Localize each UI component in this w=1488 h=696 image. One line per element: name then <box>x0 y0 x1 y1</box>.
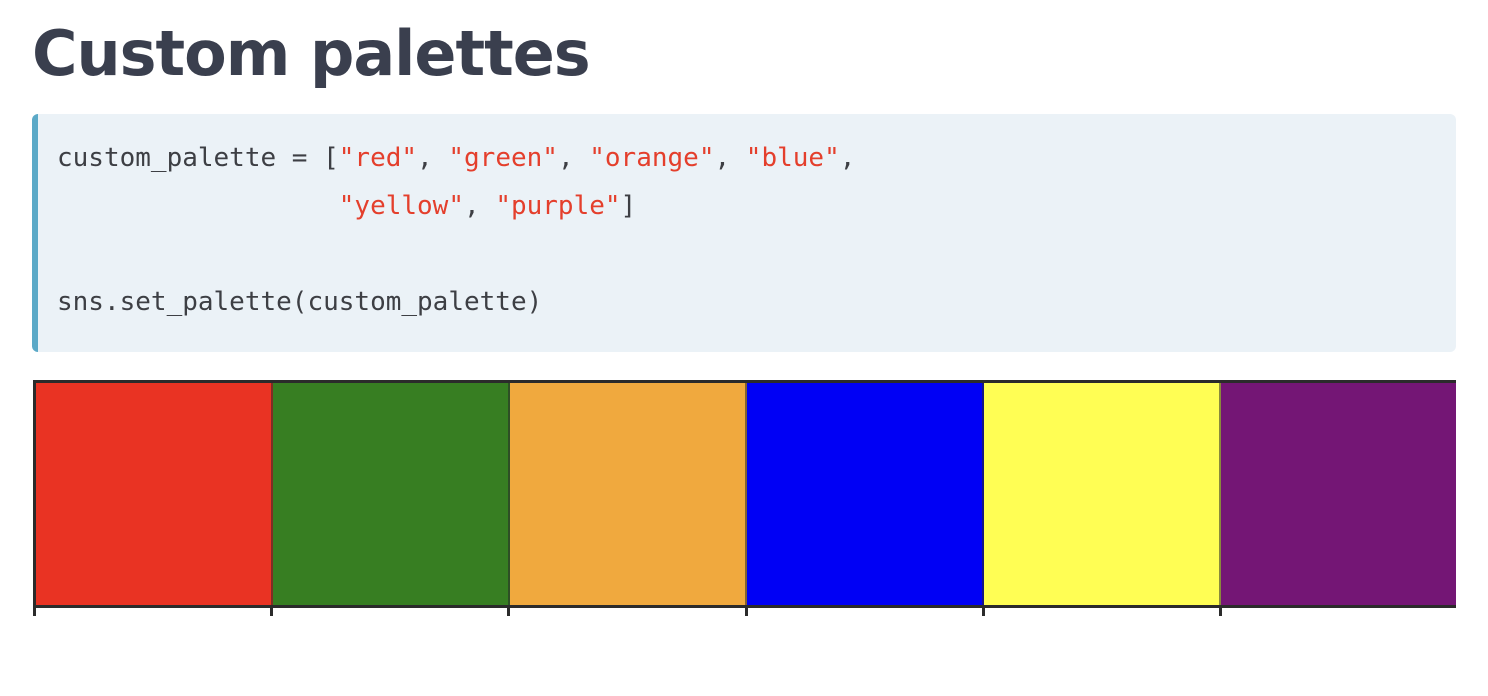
code-block: custom_palette = ["red", "green", "orang… <box>32 114 1456 352</box>
swatch-yellow <box>984 383 1221 605</box>
palette-tick <box>745 608 748 616</box>
code-text: , <box>557 143 590 173</box>
swatch-orange <box>510 383 747 605</box>
code-text: , <box>417 143 449 173</box>
code-line-4: sns.set_palette(custom_palette) <box>57 287 543 317</box>
code-line-1: custom_palette = ["red", "green", "orang… <box>57 134 1456 182</box>
palette-tick <box>507 608 510 616</box>
code-string: "purple" <box>495 191 621 221</box>
code-line-2: "yellow", "purple"] <box>57 182 1456 230</box>
palette-tick <box>270 608 273 616</box>
swatch-red <box>36 383 273 605</box>
code-string: "red" <box>338 143 418 173</box>
palette-tick <box>1219 608 1222 616</box>
code-string: "orange" <box>589 143 715 173</box>
code-text: ] <box>620 191 637 221</box>
swatch-green <box>273 383 510 605</box>
code-text: , <box>839 143 856 173</box>
swatch-blue <box>747 383 984 605</box>
palette-tick-row <box>33 608 1456 616</box>
swatch-purple <box>1221 383 1456 605</box>
code-text: custom_palette = [ <box>57 143 339 173</box>
palette-tick <box>33 608 36 616</box>
code-text: , <box>464 191 496 221</box>
palette-preview <box>33 380 1456 608</box>
code-string: "blue" <box>745 143 840 173</box>
code-string: "yellow" <box>338 191 464 221</box>
code-listing: custom_palette = ["red", "green", "orang… <box>57 134 1456 326</box>
code-string: "green" <box>448 143 558 173</box>
palette-tick <box>982 608 985 616</box>
page-title: Custom palettes <box>32 17 591 90</box>
code-text: , <box>714 143 746 173</box>
